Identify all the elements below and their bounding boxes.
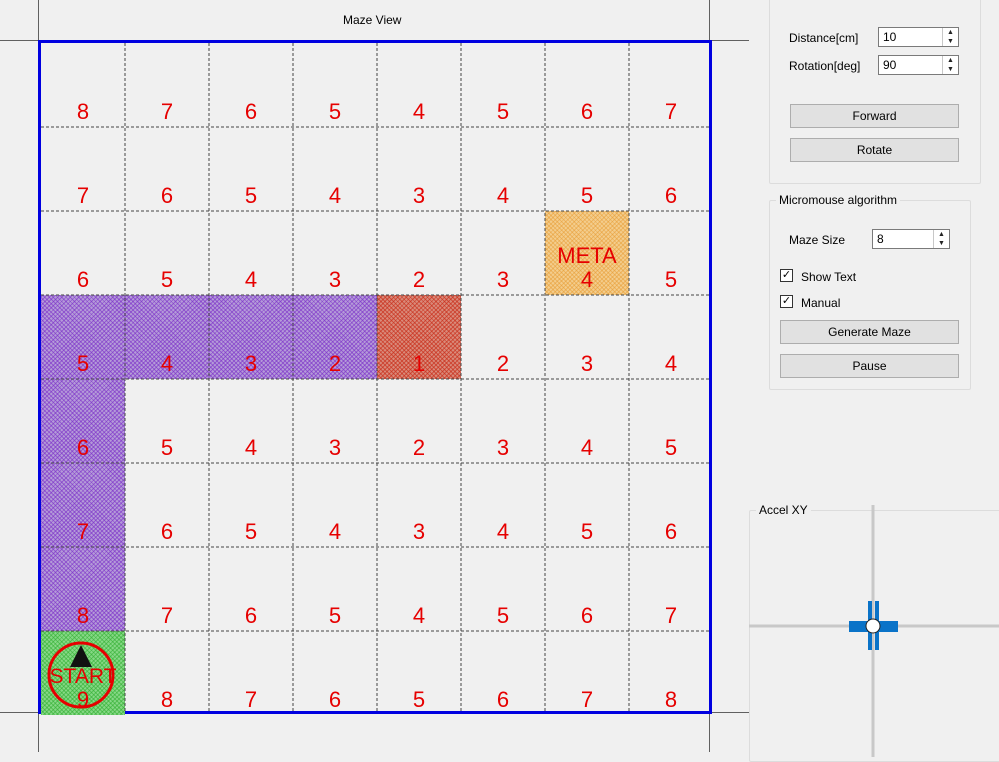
spin-up-icon[interactable]: ▲ xyxy=(934,230,949,239)
spin-up-icon[interactable]: ▲ xyxy=(943,56,958,65)
accel-xy-plot xyxy=(749,505,999,757)
rotation-label: Rotation[deg] xyxy=(789,59,861,73)
distance-spin-arrows[interactable]: ▲ ▼ xyxy=(942,28,958,46)
generate-maze-button[interactable]: Generate Maze xyxy=(780,320,959,344)
rotation-spin-arrows[interactable]: ▲ ▼ xyxy=(942,56,958,74)
show-text-checkbox[interactable]: ✓ xyxy=(780,269,793,282)
maze-size-label: Maze Size xyxy=(789,233,846,247)
maze-size-spin-arrows[interactable]: ▲ ▼ xyxy=(933,230,949,248)
rotate-button[interactable]: Rotate xyxy=(790,138,959,162)
manual-checkbox[interactable]: ✓ xyxy=(780,295,793,308)
pause-button[interactable]: Pause xyxy=(780,354,959,378)
maze-grid[interactable]: 8 7 6 5 4 5 6 7 7 6 5 4 3 4 5 6 6 5 4 3 2 3 META 4 5 5 4 3 2 1 2 3 4 6 5 4 3… xyxy=(38,40,712,715)
spin-up-icon[interactable]: ▲ xyxy=(943,28,958,37)
spin-down-icon[interactable]: ▼ xyxy=(943,37,958,46)
maze-size-spinbox[interactable]: ▲ ▼ xyxy=(872,229,950,249)
manual-label[interactable]: Manual xyxy=(801,296,840,310)
spin-down-icon[interactable]: ▼ xyxy=(943,65,958,74)
maze-view-title: Maze View xyxy=(343,13,402,27)
distance-input[interactable] xyxy=(879,28,943,44)
maze-size-input[interactable] xyxy=(873,230,937,246)
maze-grid-lines xyxy=(41,43,709,711)
rotation-input[interactable] xyxy=(879,56,943,72)
spin-down-icon[interactable]: ▼ xyxy=(934,239,949,248)
distance-label: Distance[cm] xyxy=(789,31,859,45)
distance-spinbox[interactable]: ▲ ▼ xyxy=(878,27,959,47)
show-text-label[interactable]: Show Text xyxy=(801,270,856,284)
accel-indicator-dot xyxy=(865,618,881,634)
forward-button[interactable]: Forward xyxy=(790,104,959,128)
rotation-spinbox[interactable]: ▲ ▼ xyxy=(878,55,959,75)
algorithm-group-title: Micromouse algorithm xyxy=(776,193,901,207)
